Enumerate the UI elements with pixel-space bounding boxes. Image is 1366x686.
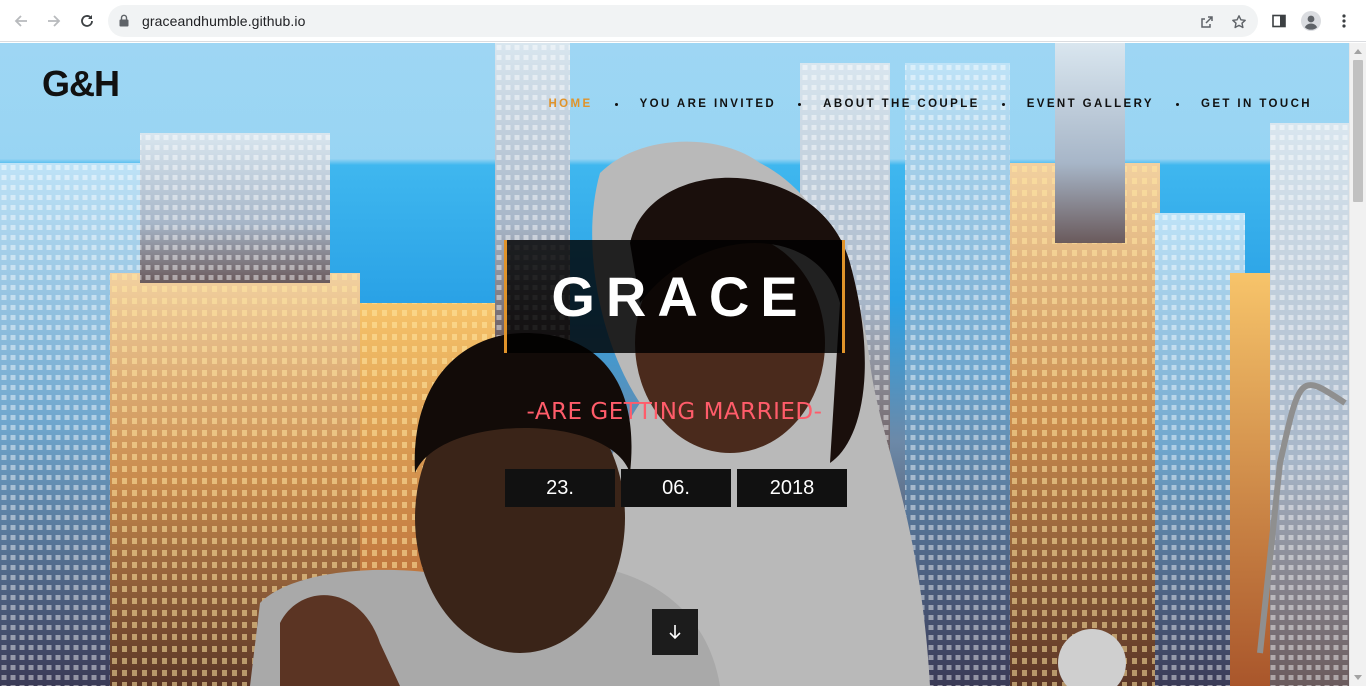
nav-event-gallery[interactable]: EVENT GALLERY xyxy=(1027,98,1154,110)
hero-tagline: -ARE GETTING MARRIED- xyxy=(526,399,823,425)
nav-separator xyxy=(614,102,618,106)
hero-name-box: GRACE xyxy=(504,240,845,353)
main-nav: HOME YOU ARE INVITED ABOUT THE COUPLE EV… xyxy=(548,98,1312,110)
profile-icon xyxy=(1301,11,1321,31)
hero-name: GRACE xyxy=(551,265,809,328)
nav-separator xyxy=(1175,102,1179,106)
address-bar[interactable]: graceandhumble.github.io xyxy=(108,5,1258,37)
share-icon xyxy=(1201,16,1213,28)
nav-get-in-touch[interactable]: GET IN TOUCH xyxy=(1201,98,1312,110)
reload-icon xyxy=(81,15,93,27)
nav-about-the-couple[interactable]: ABOUT THE COUPLE xyxy=(823,98,980,110)
kebab-menu-icon xyxy=(1342,14,1346,28)
arrow-left-icon xyxy=(14,15,27,27)
site-header: G&H HOME YOU ARE INVITED ABOUT THE COUPL… xyxy=(0,43,1349,165)
star-icon xyxy=(1232,15,1246,29)
wedding-date: 23. 06. 2018 xyxy=(505,469,847,507)
forward-button[interactable] xyxy=(42,9,66,33)
nav-separator xyxy=(798,102,802,106)
browser-toolbar: graceandhumble.github.io xyxy=(0,0,1366,42)
share-button[interactable] xyxy=(1198,13,1216,31)
page-scrollbar[interactable] xyxy=(1349,43,1366,686)
date-year: 2018 xyxy=(737,469,847,507)
browser-menu-button[interactable] xyxy=(1334,11,1354,31)
arrow-right-icon xyxy=(48,15,61,27)
scroll-down-button[interactable] xyxy=(652,609,698,655)
lock-icon[interactable] xyxy=(119,14,129,27)
reload-button[interactable] xyxy=(75,9,99,33)
date-day: 23. xyxy=(505,469,615,507)
scroll-up-arrow-icon[interactable] xyxy=(1354,49,1362,54)
site-logo[interactable]: G&H xyxy=(42,63,120,105)
back-button[interactable] xyxy=(9,9,33,33)
nav-home[interactable]: HOME xyxy=(548,98,592,110)
url-text[interactable]: graceandhumble.github.io xyxy=(142,13,306,29)
nav-separator xyxy=(1001,102,1005,106)
bookmark-button[interactable] xyxy=(1230,13,1248,31)
profile-button[interactable] xyxy=(1301,11,1321,31)
scroll-down-arrow-icon[interactable] xyxy=(1354,675,1362,680)
scrollbar-thumb[interactable] xyxy=(1353,60,1363,202)
arrow-down-icon xyxy=(669,625,681,640)
date-month: 06. xyxy=(621,469,731,507)
page-viewport: G&H HOME YOU ARE INVITED ABOUT THE COUPL… xyxy=(0,43,1349,686)
nav-you-are-invited[interactable]: YOU ARE INVITED xyxy=(640,98,777,110)
side-panel-button[interactable] xyxy=(1269,11,1289,31)
side-panel-icon xyxy=(1272,14,1286,28)
